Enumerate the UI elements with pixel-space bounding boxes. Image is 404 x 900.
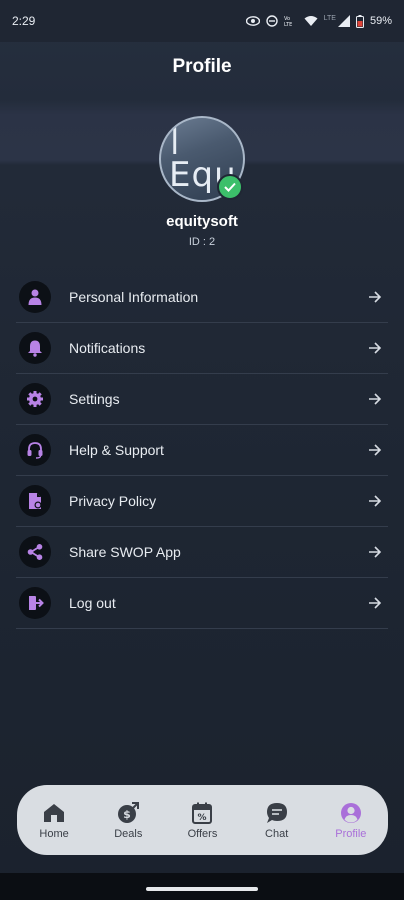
- arrow-right-icon: [364, 337, 386, 359]
- nav-item-deals[interactable]: $ Deals: [98, 801, 158, 840]
- home-gesture-bar[interactable]: [146, 887, 258, 891]
- nav-item-home[interactable]: Home: [24, 801, 84, 840]
- svg-text:%: %: [198, 813, 207, 823]
- nav-label: Chat: [265, 827, 289, 840]
- person-icon: [19, 281, 51, 313]
- arrow-right-icon: [364, 439, 386, 461]
- menu-item-privacy-policy[interactable]: Privacy Policy: [16, 476, 388, 527]
- arrow-right-icon: [364, 388, 386, 410]
- status-time: 2:29: [12, 14, 36, 28]
- battery-percent: 59%: [369, 15, 392, 27]
- signal-icon: [337, 15, 350, 27]
- menu-item-help-support[interactable]: Help & Support: [16, 425, 388, 476]
- nav-label: Profile: [335, 827, 367, 840]
- nav-label: Home: [39, 827, 69, 840]
- home-icon: [42, 801, 66, 825]
- user-id: ID : 2: [188, 236, 216, 248]
- profile-screen: 2:29 Vo LTE LTE 59% Profile | Equ equitys…: [0, 0, 404, 900]
- headset-icon: [19, 434, 51, 466]
- chat-icon: [265, 801, 289, 825]
- bell-icon: [19, 332, 51, 364]
- svg-text:$: $: [123, 808, 131, 821]
- nav-item-offers[interactable]: % Offers: [172, 801, 232, 840]
- status-bar: 2:29 Vo LTE LTE 59%: [0, 0, 404, 42]
- volte-icon: VoLTE: [284, 16, 292, 27]
- menu-item-settings[interactable]: Settings: [16, 374, 388, 425]
- menu-item-notifications[interactable]: Notifications: [16, 323, 388, 374]
- offers-icon: %: [190, 801, 214, 825]
- menu-label: Share SWOP App: [69, 544, 181, 560]
- nav-label: Offers: [187, 827, 218, 840]
- menu-label: Personal Information: [69, 289, 199, 305]
- battery-icon: [355, 14, 364, 28]
- menu-label: Notifications: [69, 340, 146, 356]
- arrow-right-icon: [364, 592, 386, 614]
- nav-item-profile[interactable]: Profile: [321, 801, 381, 840]
- verified-badge-icon: [217, 174, 243, 200]
- svg-text:LTE: LTE: [284, 22, 292, 27]
- profile-menu: Personal Information Notifications Setti…: [16, 272, 388, 629]
- arrow-right-icon: [364, 541, 386, 563]
- nav-item-chat[interactable]: Chat: [247, 801, 307, 840]
- dnd-icon: [265, 15, 278, 27]
- menu-label: Log out: [69, 595, 116, 611]
- menu-label: Help & Support: [69, 442, 164, 458]
- status-icons: Vo LTE LTE 59%: [245, 14, 392, 28]
- username: equitysoft: [166, 213, 238, 230]
- network-label: LTE: [323, 14, 336, 22]
- arrow-right-icon: [364, 490, 386, 512]
- avatar-container[interactable]: | Equ: [159, 116, 245, 202]
- menu-label: Privacy Policy: [69, 493, 157, 509]
- menu-label: Settings: [69, 391, 120, 407]
- logout-icon: [19, 587, 51, 619]
- bottom-navigation: Home $ Deals % Offers Chat Profile: [17, 785, 388, 855]
- share-icon: [19, 536, 51, 568]
- menu-item-personal-information[interactable]: Personal Information: [16, 272, 388, 323]
- profile-icon: [339, 801, 363, 825]
- page-title: Profile: [172, 56, 232, 77]
- menu-item-logout[interactable]: Log out: [16, 578, 388, 629]
- eye-icon: [245, 16, 260, 26]
- nav-label: Deals: [114, 827, 143, 840]
- deals-icon: $: [116, 801, 140, 825]
- wifi-icon: [304, 16, 318, 26]
- document-icon: [19, 485, 51, 517]
- menu-item-share-app[interactable]: Share SWOP App: [16, 527, 388, 578]
- gear-icon: [19, 383, 51, 415]
- arrow-right-icon: [364, 286, 386, 308]
